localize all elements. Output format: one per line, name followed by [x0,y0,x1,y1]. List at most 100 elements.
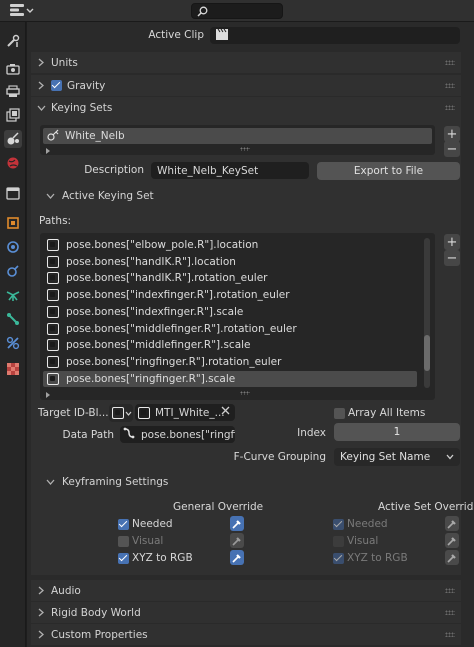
array-all-items-label: Array All Items [348,407,426,419]
remove-path-button[interactable]: − [444,250,460,266]
drag-grip-icon[interactable] [445,105,455,110]
table-row[interactable]: pose.bones["indexfinger.R"].scale [43,304,417,320]
list-resize-grip-icon[interactable] [240,147,250,151]
physics-tab-icon[interactable] [4,286,22,304]
keying-sets-panel-header[interactable]: Keying Sets [31,97,461,118]
active-override-label: Needed [347,518,388,530]
active-clip-field[interactable] [210,27,460,44]
fcurve-grouping-value: Keying Set Name [340,451,431,463]
eyedropper-icon[interactable] [445,550,459,565]
remove-keying-set-button[interactable]: − [444,141,460,157]
keying-set-name: White_Nelb [65,130,125,142]
eyedropper-icon[interactable] [230,516,244,531]
output-tab-icon[interactable] [4,82,22,100]
audio-panel-header[interactable]: Audio [31,580,461,601]
rigid-body-world-panel-title: Rigid Body World [51,606,141,619]
id-type-dropdown[interactable] [109,404,133,422]
paths-list: pose.bones["elbow_pole.R"].location pose.… [40,233,435,400]
custom-properties-panel-title: Custom Properties [51,628,148,641]
drag-grip-icon[interactable] [445,588,455,593]
keyframing-settings-header[interactable]: Keyframing Settings [46,472,168,492]
list-expand-icon[interactable] [45,389,51,401]
table-row[interactable]: pose.bones["elbow_pole.R"].location [43,237,417,253]
active-override-checkbox[interactable] [333,536,344,547]
chevron-down-icon [446,451,454,463]
object-data-icon [47,322,59,335]
active-override-checkbox[interactable] [333,519,344,530]
collection-tab-icon[interactable] [4,184,22,202]
table-row[interactable]: pose.bones["handIK.R"].rotation_euler [43,270,417,286]
description-field[interactable]: White_Nelb_KeySet [151,162,309,179]
id-type-icon [112,407,124,419]
world-tab-icon[interactable] [4,154,22,172]
description-label: Description [84,164,144,176]
view-layer-tab-icon[interactable] [4,106,22,124]
list-expand-icon[interactable] [45,145,51,157]
chevron-down-icon [26,5,34,17]
constraints-tab-icon[interactable] [4,310,22,328]
tool-tab-icon[interactable] [4,32,22,50]
general-override-label: Needed [132,518,173,530]
drag-grip-icon[interactable] [445,60,455,65]
target-id-value: MTI_White_... [155,406,225,419]
clear-icon[interactable] [221,406,230,418]
table-row[interactable]: pose.bones["ringfinger.R"].rotation_eule… [43,354,417,370]
drag-grip-icon[interactable] [445,610,455,615]
search-icon [197,6,208,17]
list-resize-grip-icon[interactable] [240,391,250,395]
drag-grip-icon[interactable] [445,632,455,637]
scene-tab-icon[interactable] [4,130,22,148]
table-row[interactable]: pose.bones["ringfinger.R"].scale [43,370,417,387]
gravity-panel-title: Gravity [67,79,106,92]
audio-panel-title: Audio [51,584,81,597]
fcurve-grouping-dropdown[interactable]: Keying Set Name [334,448,460,466]
editor-type-button[interactable] [6,3,34,19]
data-tab-icon[interactable] [4,334,22,352]
modifiers-tab-icon[interactable] [4,238,22,256]
editor-scrollbar[interactable] [465,22,474,647]
active-override-checkbox[interactable] [333,553,344,564]
search-input[interactable] [191,3,283,19]
texture-tab-icon[interactable] [4,360,22,378]
active-keying-set-header[interactable]: Active Keying Set [46,186,154,206]
general-override-checkbox[interactable] [118,536,129,547]
list-item[interactable]: White_Nelb [43,128,432,144]
add-keying-set-button[interactable]: + [444,126,460,142]
gravity-checkbox[interactable] [51,80,62,91]
eyedropper-icon[interactable] [230,533,244,548]
drag-grip-icon[interactable] [445,83,455,88]
table-row[interactable]: pose.bones["handIK.R"].location [43,254,417,270]
general-override-checkbox[interactable] [118,553,129,564]
eyedropper-icon[interactable] [445,516,459,531]
keyframing-settings-title: Keyframing Settings [62,476,169,488]
table-row[interactable]: pose.bones["middlefinger.R"].rotation_eu… [43,321,417,337]
render-tab-icon[interactable] [4,60,22,78]
object-tab-icon[interactable] [4,214,22,232]
chevron-down-icon [46,190,55,202]
path-label: pose.bones["indexfinger.R"].rotation_eul… [66,289,290,302]
units-panel-header[interactable]: Units [31,52,461,73]
path-label: pose.bones["handIK.R"].location [66,255,236,268]
eyedropper-icon[interactable] [445,533,459,548]
paths-scrollbar[interactable] [424,238,430,388]
gravity-panel-header[interactable]: Gravity [31,75,461,96]
rigid-body-world-panel-header[interactable]: Rigid Body World [31,602,461,623]
export-to-file-button[interactable]: Export to File [317,162,460,180]
table-row[interactable]: pose.bones["indexfinger.R"].rotation_eul… [43,287,417,303]
chevron-down-icon [46,476,55,488]
target-id-label: Target ID-Bl... [38,407,109,419]
active-override-label: XYZ to RGB [347,552,408,564]
add-path-button[interactable]: + [444,234,460,250]
custom-properties-panel-header[interactable]: Custom Properties [31,624,461,645]
general-override-checkbox[interactable] [118,519,129,530]
table-row[interactable]: pose.bones["middlefinger.R"].scale [43,337,417,353]
data-path-field[interactable]: pose.bones["ringfin... [120,426,235,443]
paths-scrollbar-thumb[interactable] [424,334,430,371]
target-id-field[interactable]: MTI_White_... [135,404,235,421]
chevron-down-icon [33,105,49,111]
index-field[interactable]: 1 [334,423,460,441]
path-label: pose.bones["elbow_pole.R"].location [66,239,259,251]
array-all-items-checkbox[interactable] [334,408,345,419]
particles-tab-icon[interactable] [4,262,22,280]
eyedropper-icon[interactable] [230,550,244,565]
